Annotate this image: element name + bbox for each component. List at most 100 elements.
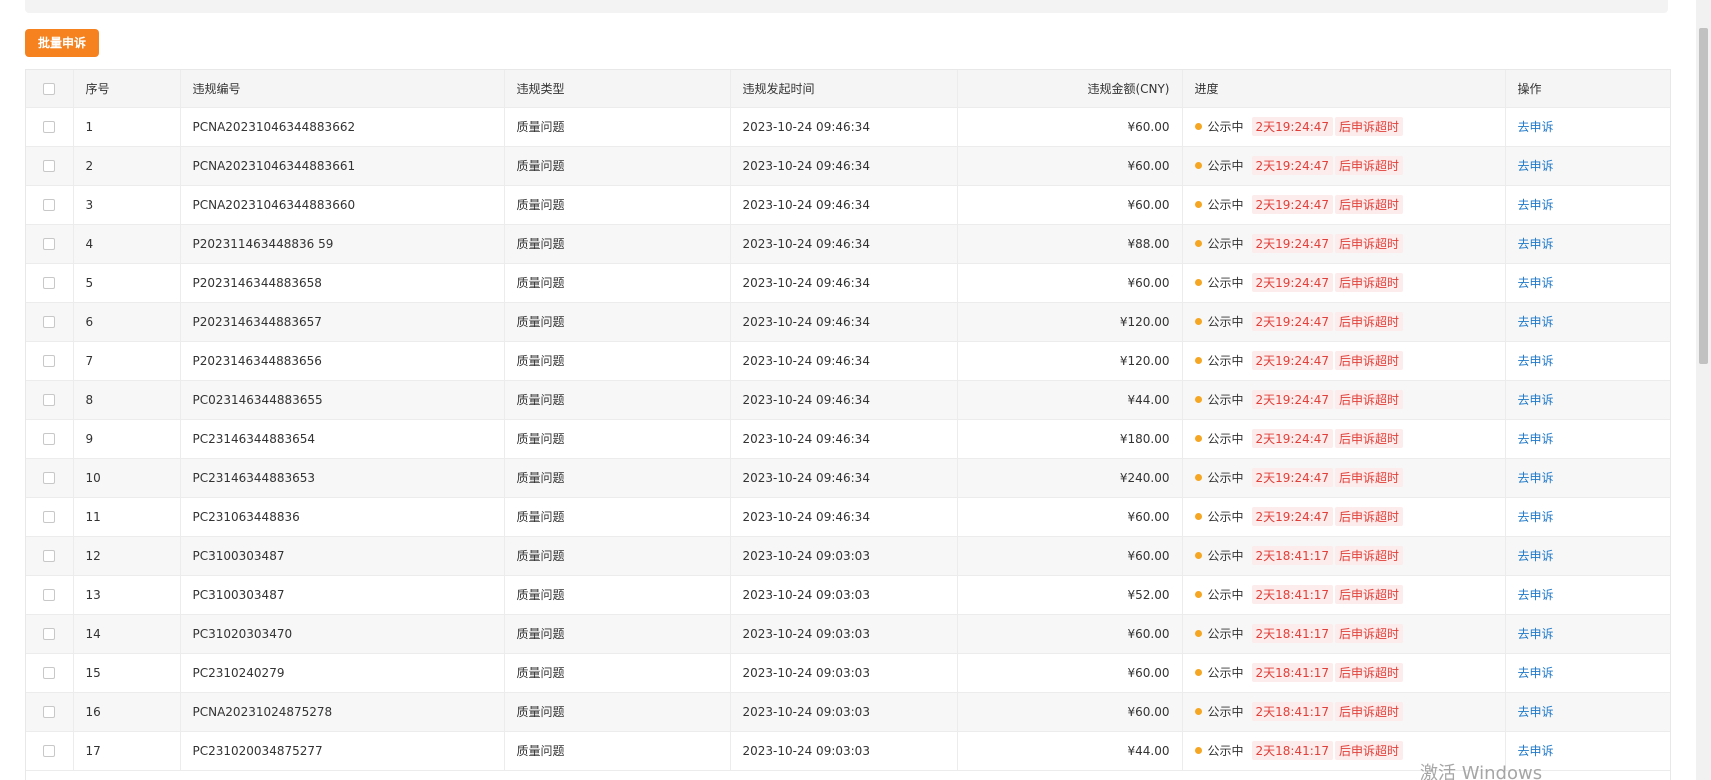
row-checkbox[interactable]: [43, 667, 56, 679]
appeal-link[interactable]: 去申诉: [1518, 354, 1554, 368]
violation-amount: ¥60.00: [957, 653, 1183, 693]
row-checkbox[interactable]: [43, 706, 56, 718]
row-checkbox[interactable]: [43, 316, 56, 328]
table-row: 13 PC3100303487 质量问题 2023-10-24 09:03:03 ¥52…: [26, 575, 1670, 615]
row-index: 11: [73, 497, 181, 537]
row-checkbox[interactable]: [43, 433, 56, 445]
action-cell: 去申诉: [1505, 302, 1670, 342]
row-checkbox[interactable]: [43, 277, 56, 289]
row-checkbox[interactable]: [43, 355, 56, 367]
column-header-time: 违规发起时间: [730, 70, 958, 108]
row-checkbox[interactable]: [43, 160, 56, 172]
violation-type: 质量问题: [504, 341, 731, 381]
vertical-scrollbar[interactable]: [1696, 0, 1711, 780]
row-checkbox[interactable]: [43, 199, 56, 211]
violation-time: 2023-10-24 09:46:34: [730, 146, 958, 186]
violation-time: 2023-10-24 09:03:03: [730, 653, 958, 693]
status-dot-icon: [1194, 201, 1202, 208]
appeal-link[interactable]: 去申诉: [1518, 276, 1554, 290]
appeal-timeout-tag: 后申诉超时: [1335, 468, 1404, 487]
column-header-code: 违规编号: [180, 70, 505, 108]
violation-time: 2023-10-24 09:03:03: [730, 575, 958, 615]
column-header-progress: 进度: [1182, 70, 1506, 108]
countdown-tag: 2天19:24:47: [1251, 156, 1334, 175]
status-text: 公示中: [1207, 705, 1244, 719]
row-index: 15: [73, 653, 181, 693]
violation-type: 质量问题: [504, 614, 731, 654]
batch-appeal-button[interactable]: 批量申诉: [25, 29, 100, 57]
appeal-link[interactable]: 去申诉: [1518, 432, 1554, 446]
appeal-link[interactable]: 去申诉: [1518, 510, 1554, 524]
appeal-link[interactable]: 去申诉: [1518, 393, 1554, 407]
appeal-link[interactable]: 去申诉: [1518, 705, 1554, 719]
table-body: 1 PCNA20231046344883662 质量问题 2023-10-24 09:…: [26, 107, 1670, 771]
scrollbar-thumb[interactable]: [1699, 28, 1708, 364]
violation-code: PC23146344883654: [180, 419, 505, 459]
appeal-link[interactable]: 去申诉: [1518, 159, 1554, 173]
violation-type: 质量问题: [504, 380, 731, 420]
countdown-tag: 2天19:24:47: [1251, 234, 1334, 253]
table-row: 4 P202311463448836 59 质量问题 2023-10-24 09:46…: [26, 224, 1670, 264]
violation-amount: ¥60.00: [957, 263, 1183, 303]
table-row: 1 PCNA20231046344883662 质量问题 2023-10-24 09:…: [26, 107, 1670, 147]
countdown-tag: 2天18:41:17: [1251, 663, 1334, 682]
violation-code: PCNA20231046344883660: [180, 185, 505, 225]
appeal-link[interactable]: 去申诉: [1518, 120, 1554, 134]
row-select-cell: [26, 575, 74, 615]
row-checkbox[interactable]: [43, 238, 56, 250]
select-all-checkbox[interactable]: [43, 82, 56, 95]
status-dot-icon: [1194, 591, 1202, 598]
row-select-cell: [26, 107, 74, 147]
violation-time: 2023-10-24 09:46:34: [730, 419, 958, 459]
violation-amount: ¥44.00: [957, 380, 1183, 420]
row-checkbox[interactable]: [43, 589, 56, 601]
violation-code: PC231063448836: [180, 497, 505, 537]
action-cell: 去申诉: [1505, 263, 1670, 303]
appeal-link[interactable]: 去申诉: [1518, 588, 1554, 602]
appeal-timeout-tag: 后申诉超时: [1335, 585, 1404, 604]
table-row: 8 PC023146344883655 质量问题 2023-10-24 09:46:3…: [26, 380, 1670, 420]
row-checkbox[interactable]: [43, 121, 56, 133]
row-index: 9: [73, 419, 181, 459]
status-dot-icon: [1194, 279, 1202, 286]
appeal-timeout-tag: 后申诉超时: [1335, 312, 1404, 331]
action-cell: 去申诉: [1505, 185, 1670, 225]
row-select-cell: [26, 302, 74, 342]
action-cell: 去申诉: [1505, 575, 1670, 615]
row-select-cell: [26, 692, 74, 732]
row-checkbox[interactable]: [43, 745, 56, 757]
status-dot-icon: [1194, 708, 1202, 715]
appeal-link[interactable]: 去申诉: [1518, 549, 1554, 563]
violation-code: P2023146344883656: [180, 341, 505, 381]
appeal-link[interactable]: 去申诉: [1518, 666, 1554, 680]
action-cell: 去申诉: [1505, 419, 1670, 459]
activate-windows-watermark: 激活 Windows: [1420, 763, 1543, 780]
column-header-action: 操作: [1505, 70, 1670, 108]
row-checkbox[interactable]: [43, 628, 56, 640]
table-row: 14 PC31020303470 质量问题 2023-10-24 09:03:03 ¥6…: [26, 614, 1670, 654]
status-dot-icon: [1194, 357, 1202, 364]
table-row: 6 P2023146344883657 质量问题 2023-10-24 09:46:3…: [26, 302, 1670, 342]
violation-time: 2023-10-24 09:03:03: [730, 536, 958, 576]
progress-cell: 公示中 2天18:41:17 后申诉超时: [1182, 575, 1506, 615]
row-checkbox[interactable]: [43, 394, 56, 406]
appeal-link[interactable]: 去申诉: [1518, 627, 1554, 641]
appeal-link[interactable]: 去申诉: [1518, 198, 1554, 212]
appeal-link[interactable]: 去申诉: [1518, 315, 1554, 329]
appeal-link[interactable]: 去申诉: [1518, 471, 1554, 485]
appeal-timeout-tag: 后申诉超时: [1335, 546, 1404, 565]
row-checkbox[interactable]: [43, 511, 56, 523]
countdown-tag: 2天19:24:47: [1251, 390, 1334, 409]
appeal-link[interactable]: 去申诉: [1518, 237, 1554, 251]
violation-code: PCNA20231046344883662: [180, 107, 505, 147]
violation-code: PC3100303487: [180, 575, 505, 615]
row-checkbox[interactable]: [43, 472, 56, 484]
violation-code: P202311463448836 59: [180, 224, 505, 264]
row-checkbox[interactable]: [43, 550, 56, 562]
violation-amount: ¥88.00: [957, 224, 1183, 264]
countdown-tag: 2天19:24:47: [1251, 429, 1334, 448]
row-select-cell: [26, 224, 74, 264]
appeal-timeout-tag: 后申诉超时: [1335, 624, 1404, 643]
table-row: 15 PC2310240279 质量问题 2023-10-24 09:03:03 ¥60…: [26, 653, 1670, 693]
appeal-link[interactable]: 去申诉: [1518, 744, 1554, 758]
